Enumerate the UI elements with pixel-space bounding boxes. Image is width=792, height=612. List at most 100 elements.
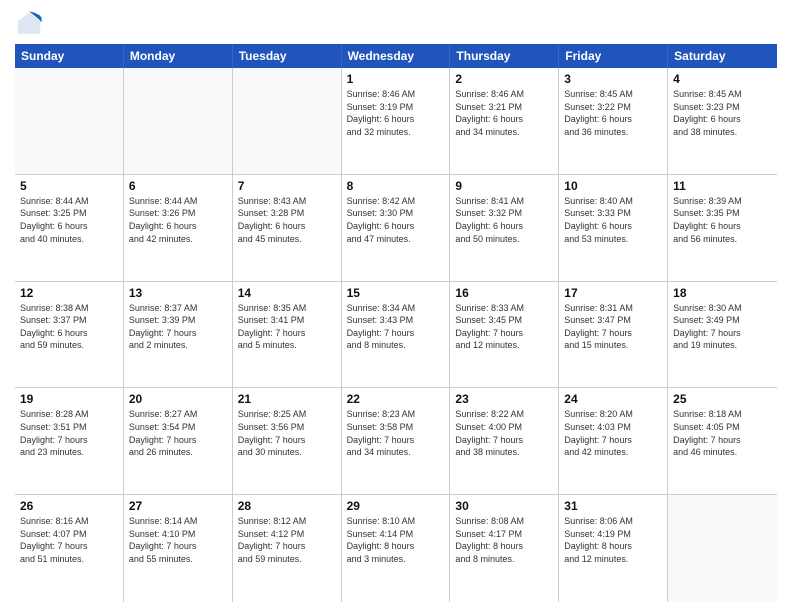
calendar-cell bbox=[668, 495, 777, 602]
cell-day-number: 28 bbox=[238, 499, 336, 513]
calendar-cell: 14Sunrise: 8:35 AM Sunset: 3:41 PM Dayli… bbox=[233, 282, 342, 388]
cell-day-number: 7 bbox=[238, 179, 336, 193]
cell-daylight-info: Sunrise: 8:30 AM Sunset: 3:49 PM Dayligh… bbox=[673, 302, 772, 352]
weekday-header-thursday: Thursday bbox=[450, 44, 559, 68]
calendar-header: SundayMondayTuesdayWednesdayThursdayFrid… bbox=[15, 44, 777, 68]
weekday-header-tuesday: Tuesday bbox=[233, 44, 342, 68]
cell-day-number: 20 bbox=[129, 392, 227, 406]
cell-daylight-info: Sunrise: 8:16 AM Sunset: 4:07 PM Dayligh… bbox=[20, 515, 118, 565]
calendar-cell: 22 Sunrise: 8:23 AM Sunset: 3:58 PM Dayli… bbox=[342, 388, 451, 494]
cell-daylight-info: Sunrise: 8:06 AM Sunset: 4:19 PM Dayligh… bbox=[564, 515, 662, 565]
calendar-row-1: 1 Sunrise: 8:46 AM Sunset: 3:19 PM Daylig… bbox=[15, 68, 777, 175]
calendar-row-2: 5 Sunrise: 8:44 AM Sunset: 3:25 PM Daylig… bbox=[15, 175, 777, 282]
calendar-row-5: 26Sunrise: 8:16 AM Sunset: 4:07 PM Dayli… bbox=[15, 495, 777, 602]
calendar-cell: 16 Sunrise: 8:33 AM Sunset: 3:45 PM Dayli… bbox=[450, 282, 559, 388]
cell-daylight-info: Sunrise: 8:42 AM Sunset: 3:30 PM Dayligh… bbox=[347, 195, 445, 245]
cell-daylight-info: Sunrise: 8:44 AM Sunset: 3:26 PM Dayligh… bbox=[129, 195, 227, 245]
cell-day-number: 9 bbox=[455, 179, 553, 193]
calendar-cell: 5 Sunrise: 8:44 AM Sunset: 3:25 PM Daylig… bbox=[15, 175, 124, 281]
logo-icon bbox=[15, 10, 43, 38]
calendar-cell bbox=[233, 68, 342, 174]
page-header bbox=[15, 10, 777, 38]
cell-day-number: 31 bbox=[564, 499, 662, 513]
cell-day-number: 21 bbox=[238, 392, 336, 406]
cell-day-number: 30 bbox=[455, 499, 553, 513]
cell-daylight-info: Sunrise: 8:40 AM Sunset: 3:33 PM Dayligh… bbox=[564, 195, 662, 245]
cell-daylight-info: Sunrise: 8:28 AM Sunset: 3:51 PM Dayligh… bbox=[20, 408, 118, 458]
calendar-cell: 2Sunrise: 8:46 AM Sunset: 3:21 PM Daylig… bbox=[450, 68, 559, 174]
cell-day-number: 1 bbox=[347, 72, 445, 86]
calendar-cell: 21 Sunrise: 8:25 AM Sunset: 3:56 PM Dayli… bbox=[233, 388, 342, 494]
cell-daylight-info: Sunrise: 8:39 AM Sunset: 3:35 PM Dayligh… bbox=[673, 195, 772, 245]
calendar-cell: 26Sunrise: 8:16 AM Sunset: 4:07 PM Dayli… bbox=[15, 495, 124, 602]
calendar-cell bbox=[15, 68, 124, 174]
calendar-body: 1 Sunrise: 8:46 AM Sunset: 3:19 PM Daylig… bbox=[15, 68, 777, 602]
cell-day-number: 2 bbox=[455, 72, 553, 86]
cell-daylight-info: Sunrise: 8:27 AM Sunset: 3:54 PM Dayligh… bbox=[129, 408, 227, 458]
cell-day-number: 5 bbox=[20, 179, 118, 193]
weekday-header-saturday: Saturday bbox=[668, 44, 777, 68]
cell-daylight-info: Sunrise: 8:46 AM Sunset: 3:19 PM Dayligh… bbox=[347, 88, 445, 138]
cell-day-number: 4 bbox=[673, 72, 772, 86]
calendar-cell: 1 Sunrise: 8:46 AM Sunset: 3:19 PM Daylig… bbox=[342, 68, 451, 174]
calendar-cell: 17 Sunrise: 8:31 AM Sunset: 3:47 PM Dayli… bbox=[559, 282, 668, 388]
calendar-cell: 23 Sunrise: 8:22 AM Sunset: 4:00 PM Dayli… bbox=[450, 388, 559, 494]
weekday-header-monday: Monday bbox=[124, 44, 233, 68]
cell-daylight-info: Sunrise: 8:35 AM Sunset: 3:41 PM Dayligh… bbox=[238, 302, 336, 352]
calendar-cell: 8 Sunrise: 8:42 AM Sunset: 3:30 PM Daylig… bbox=[342, 175, 451, 281]
calendar-cell: 9Sunrise: 8:41 AM Sunset: 3:32 PM Daylig… bbox=[450, 175, 559, 281]
calendar-cell: 4 Sunrise: 8:45 AM Sunset: 3:23 PM Daylig… bbox=[668, 68, 777, 174]
weekday-header-wednesday: Wednesday bbox=[342, 44, 451, 68]
calendar: SundayMondayTuesdayWednesdayThursdayFrid… bbox=[15, 44, 777, 602]
calendar-cell: 3Sunrise: 8:45 AM Sunset: 3:22 PM Daylig… bbox=[559, 68, 668, 174]
cell-daylight-info: Sunrise: 8:31 AM Sunset: 3:47 PM Dayligh… bbox=[564, 302, 662, 352]
cell-daylight-info: Sunrise: 8:43 AM Sunset: 3:28 PM Dayligh… bbox=[238, 195, 336, 245]
cell-daylight-info: Sunrise: 8:22 AM Sunset: 4:00 PM Dayligh… bbox=[455, 408, 553, 458]
cell-daylight-info: Sunrise: 8:38 AM Sunset: 3:37 PM Dayligh… bbox=[20, 302, 118, 352]
cell-day-number: 17 bbox=[564, 286, 662, 300]
calendar-cell: 13Sunrise: 8:37 AM Sunset: 3:39 PM Dayli… bbox=[124, 282, 233, 388]
calendar-cell: 15Sunrise: 8:34 AM Sunset: 3:43 PM Dayli… bbox=[342, 282, 451, 388]
weekday-header-sunday: Sunday bbox=[15, 44, 124, 68]
calendar-row-3: 12 Sunrise: 8:38 AM Sunset: 3:37 PM Dayli… bbox=[15, 282, 777, 389]
cell-daylight-info: Sunrise: 8:45 AM Sunset: 3:23 PM Dayligh… bbox=[673, 88, 772, 138]
cell-day-number: 6 bbox=[129, 179, 227, 193]
cell-daylight-info: Sunrise: 8:14 AM Sunset: 4:10 PM Dayligh… bbox=[129, 515, 227, 565]
cell-daylight-info: Sunrise: 8:44 AM Sunset: 3:25 PM Dayligh… bbox=[20, 195, 118, 245]
cell-day-number: 16 bbox=[455, 286, 553, 300]
cell-day-number: 24 bbox=[564, 392, 662, 406]
cell-day-number: 12 bbox=[20, 286, 118, 300]
cell-daylight-info: Sunrise: 8:20 AM Sunset: 4:03 PM Dayligh… bbox=[564, 408, 662, 458]
cell-day-number: 19 bbox=[20, 392, 118, 406]
logo bbox=[15, 10, 47, 38]
calendar-cell: 30 Sunrise: 8:08 AM Sunset: 4:17 PM Dayli… bbox=[450, 495, 559, 602]
weekday-header-friday: Friday bbox=[559, 44, 668, 68]
cell-day-number: 29 bbox=[347, 499, 445, 513]
cell-day-number: 23 bbox=[455, 392, 553, 406]
cell-day-number: 11 bbox=[673, 179, 772, 193]
calendar-cell: 29 Sunrise: 8:10 AM Sunset: 4:14 PM Dayli… bbox=[342, 495, 451, 602]
calendar-cell bbox=[124, 68, 233, 174]
cell-day-number: 27 bbox=[129, 499, 227, 513]
cell-daylight-info: Sunrise: 8:37 AM Sunset: 3:39 PM Dayligh… bbox=[129, 302, 227, 352]
calendar-cell: 6 Sunrise: 8:44 AM Sunset: 3:26 PM Daylig… bbox=[124, 175, 233, 281]
calendar-cell: 31 Sunrise: 8:06 AM Sunset: 4:19 PM Dayli… bbox=[559, 495, 668, 602]
calendar-cell: 11 Sunrise: 8:39 AM Sunset: 3:35 PM Dayli… bbox=[668, 175, 777, 281]
calendar-cell: 27 Sunrise: 8:14 AM Sunset: 4:10 PM Dayli… bbox=[124, 495, 233, 602]
cell-day-number: 15 bbox=[347, 286, 445, 300]
cell-daylight-info: Sunrise: 8:33 AM Sunset: 3:45 PM Dayligh… bbox=[455, 302, 553, 352]
cell-daylight-info: Sunrise: 8:12 AM Sunset: 4:12 PM Dayligh… bbox=[238, 515, 336, 565]
calendar-cell: 25 Sunrise: 8:18 AM Sunset: 4:05 PM Dayli… bbox=[668, 388, 777, 494]
cell-day-number: 18 bbox=[673, 286, 772, 300]
cell-daylight-info: Sunrise: 8:45 AM Sunset: 3:22 PM Dayligh… bbox=[564, 88, 662, 138]
cell-daylight-info: Sunrise: 8:23 AM Sunset: 3:58 PM Dayligh… bbox=[347, 408, 445, 458]
cell-day-number: 8 bbox=[347, 179, 445, 193]
cell-daylight-info: Sunrise: 8:08 AM Sunset: 4:17 PM Dayligh… bbox=[455, 515, 553, 565]
cell-day-number: 10 bbox=[564, 179, 662, 193]
cell-daylight-info: Sunrise: 8:10 AM Sunset: 4:14 PM Dayligh… bbox=[347, 515, 445, 565]
cell-day-number: 22 bbox=[347, 392, 445, 406]
cell-daylight-info: Sunrise: 8:25 AM Sunset: 3:56 PM Dayligh… bbox=[238, 408, 336, 458]
cell-daylight-info: Sunrise: 8:18 AM Sunset: 4:05 PM Dayligh… bbox=[673, 408, 772, 458]
cell-day-number: 25 bbox=[673, 392, 772, 406]
calendar-cell: 18 Sunrise: 8:30 AM Sunset: 3:49 PM Dayli… bbox=[668, 282, 777, 388]
